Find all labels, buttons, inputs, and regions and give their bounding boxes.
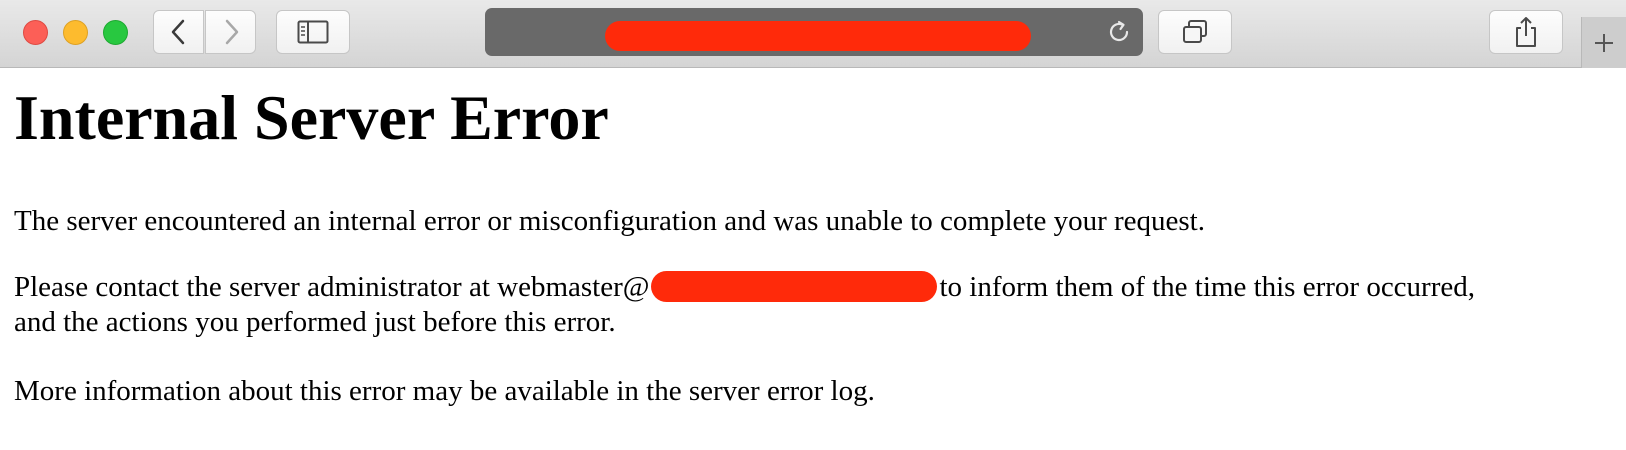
close-window-button[interactable] bbox=[23, 20, 48, 45]
share-icon bbox=[1516, 17, 1536, 47]
maximize-window-button[interactable] bbox=[103, 20, 128, 45]
contact-text-before: Please contact the server administrator … bbox=[14, 271, 650, 303]
contact-paragraph: Please contact the server administrator … bbox=[14, 270, 1475, 340]
reload-icon[interactable] bbox=[1105, 18, 1133, 46]
back-button[interactable] bbox=[153, 10, 204, 54]
minimize-window-button[interactable] bbox=[63, 20, 88, 45]
tab-overview-icon bbox=[1183, 20, 1207, 43]
chevron-left-icon bbox=[171, 19, 184, 45]
page-title: Internal Server Error bbox=[14, 82, 609, 153]
browser-toolbar bbox=[0, 0, 1626, 68]
log-info: More information about this error may be… bbox=[14, 375, 875, 407]
sidebar-icon bbox=[297, 20, 329, 44]
plus-icon bbox=[1595, 33, 1613, 52]
email-redaction bbox=[651, 271, 938, 302]
url-redaction bbox=[605, 21, 1031, 51]
error-description: The server encountered an internal error… bbox=[14, 205, 1205, 237]
contact-text-after: to inform them of the time this error oc… bbox=[939, 271, 1475, 303]
forward-button[interactable] bbox=[205, 10, 256, 54]
contact-text-line2: and the actions you performed just befor… bbox=[14, 306, 616, 338]
share-button[interactable] bbox=[1489, 10, 1563, 54]
sidebar-toggle-button[interactable] bbox=[276, 10, 350, 54]
chevron-right-icon bbox=[225, 19, 238, 45]
new-tab-button[interactable] bbox=[1581, 17, 1626, 68]
tab-overview-button[interactable] bbox=[1158, 10, 1232, 54]
address-bar[interactable] bbox=[485, 8, 1143, 56]
